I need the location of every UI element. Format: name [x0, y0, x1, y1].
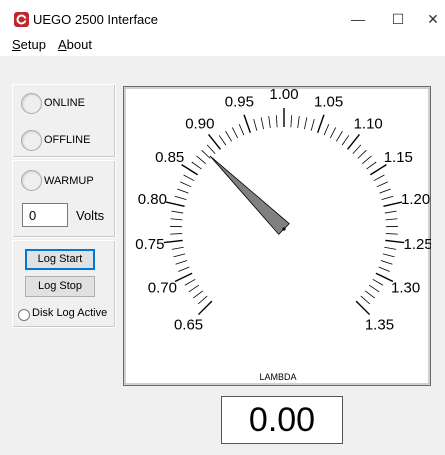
gauge-scale-label: 1.35 [365, 316, 394, 333]
online-label: ONLINE [44, 97, 85, 109]
needle-pivot [282, 227, 286, 231]
window-title: UEGO 2500 Interface [33, 12, 159, 27]
log-stop-button[interactable]: Log Stop [25, 276, 95, 297]
menu-about[interactable]: About [58, 37, 92, 52]
gauge-scale-label: 0.70 [148, 280, 177, 297]
disk-log-label: Disk Log Active [32, 307, 108, 319]
gauge-scale-label: 0.75 [135, 236, 164, 253]
gauge-scale-label: 1.20 [401, 191, 430, 208]
online-indicator [21, 93, 42, 114]
close-button[interactable]: ✕ [418, 8, 445, 30]
gauge-scale-label: 1.30 [391, 280, 420, 297]
warmup-label: WARMUP [44, 175, 94, 187]
gauge-scale-label: 0.90 [185, 115, 214, 132]
gauge-title: LAMBDA [259, 372, 296, 382]
gauge-scale-label: 1.10 [354, 115, 383, 132]
offline-label: OFFLINE [44, 134, 91, 146]
gauge-scale-label: 0.85 [155, 149, 184, 166]
gauge-scale-label: 0.80 [138, 191, 167, 208]
gauge-scale-label: 1.00 [269, 86, 298, 103]
volts-field[interactable]: 0 [22, 203, 68, 227]
gauge-scale-label: 0.65 [174, 316, 203, 333]
menu-bar: Setup About [0, 34, 445, 56]
disk-log-indicator [18, 309, 30, 321]
minimize-button[interactable]: — [343, 8, 373, 30]
menu-setup[interactable]: Setup [12, 37, 46, 52]
maximize-button[interactable]: ☐ [383, 8, 413, 30]
lambda-gauge: 0.65 0.70 0.75 0.80 0.850.90 0.95 1.00 1.05 1.10… [123, 86, 431, 386]
gauge-scale-label: 0.95 [225, 94, 254, 111]
gauge-scale-label: 1.15 [384, 149, 413, 166]
offline-indicator [21, 130, 42, 151]
gauge-minor-tick [170, 233, 183, 235]
lambda-readout: 0.00 [221, 396, 343, 444]
gauge-scale-label: 1.25 [404, 236, 431, 253]
title-bar: UEGO 2500 Interface — ☐ ✕ [0, 0, 445, 34]
volts-unit-label: Volts [76, 208, 105, 223]
gauge-scale-label: 1.05 [314, 94, 343, 111]
gauge-minor-tick [385, 233, 398, 235]
log-start-button[interactable]: Log Start [25, 249, 95, 270]
app-logo-icon [14, 12, 29, 27]
warmup-indicator [21, 170, 42, 191]
